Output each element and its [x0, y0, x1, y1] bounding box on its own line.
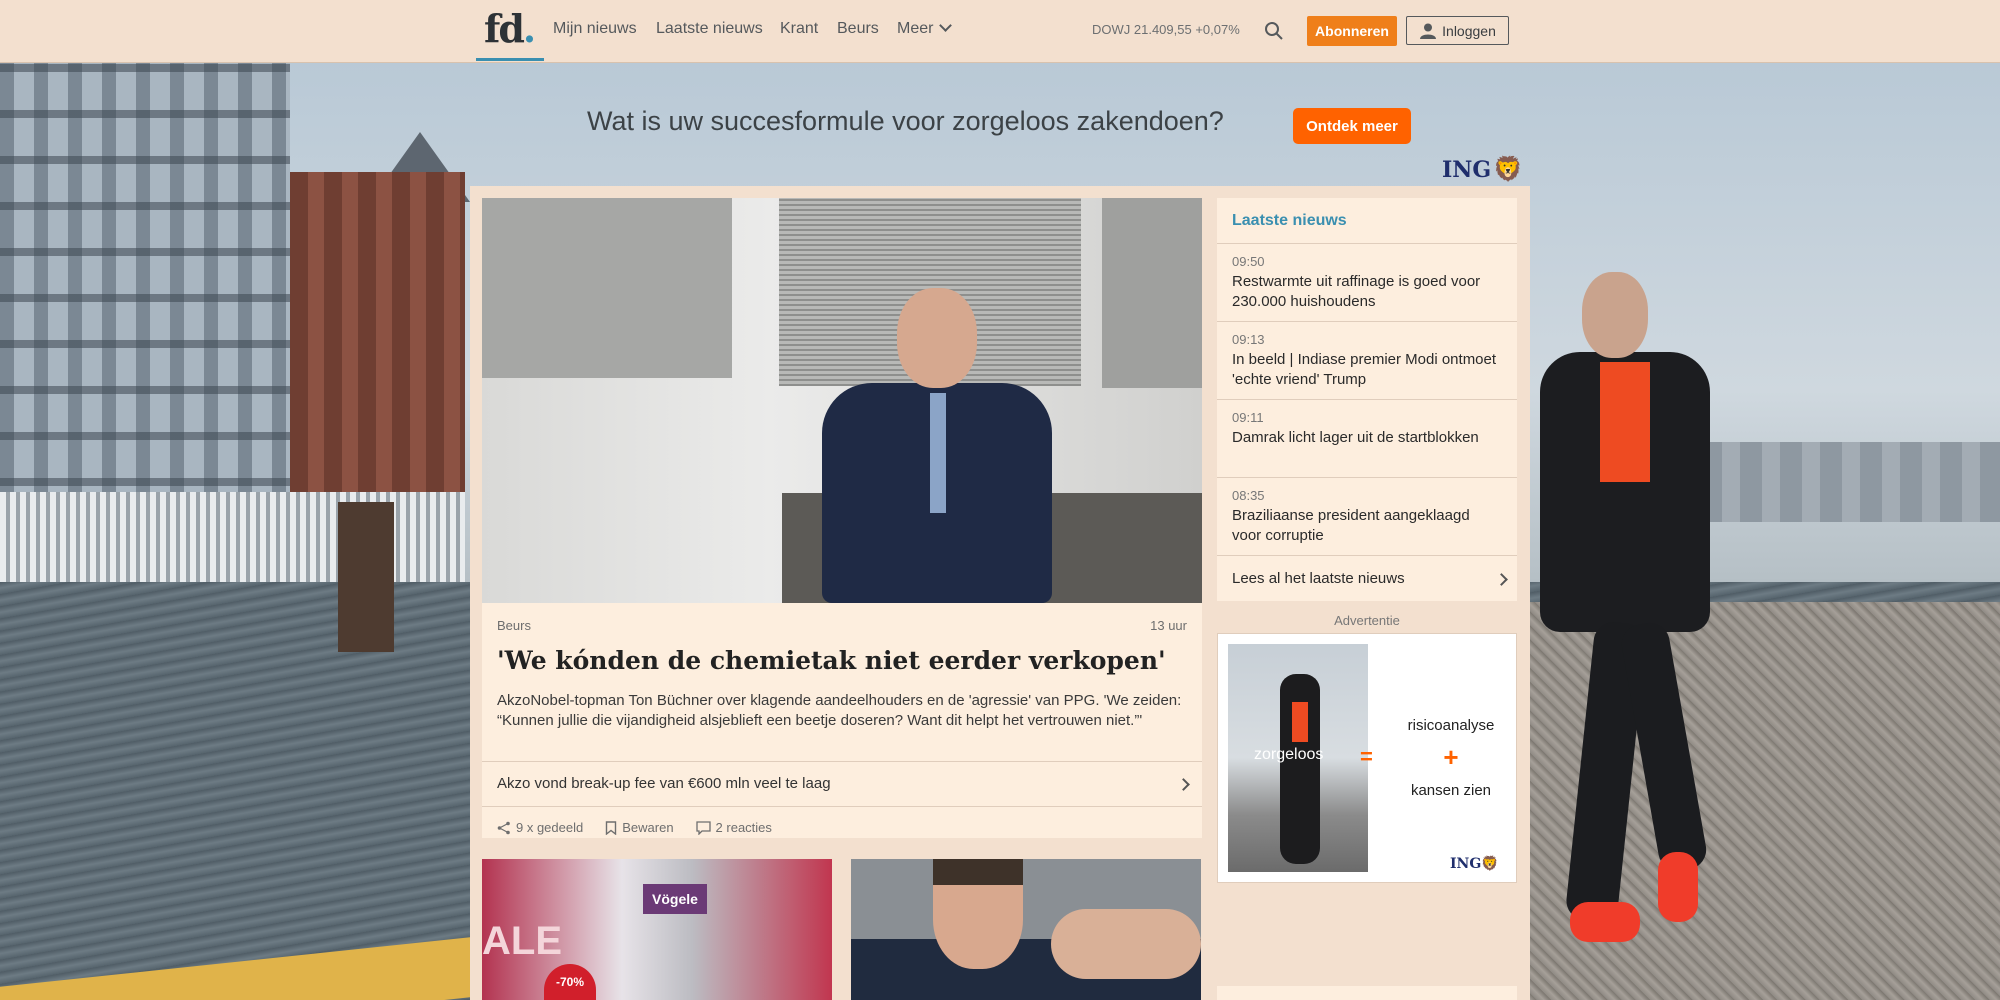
article-time: 13 uur	[1150, 618, 1187, 633]
ad-ing-logo: ING🦁	[1450, 856, 1499, 872]
list-item[interactable]: 09:50 Restwarmte uit raffinage is goed v…	[1217, 244, 1517, 322]
ad-word-zorgeloos: zorgeloos	[1254, 746, 1324, 763]
image-artwork	[482, 198, 732, 378]
related-article-title: Akzo vond break-up fee van €600 mln veel…	[497, 775, 831, 792]
active-tab-indicator	[476, 58, 544, 61]
ad-cta-button[interactable]: Ontdek meer	[1293, 108, 1411, 144]
ing-logo: ING🦁	[1442, 154, 1523, 183]
fd-logo[interactable]: fd.	[484, 6, 544, 56]
ad-runner-shirt	[1292, 702, 1308, 742]
news-item-time: 09:11	[1232, 410, 1264, 425]
list-item[interactable]: 08:35 Braziliaanse president aangeklaagd…	[1217, 478, 1517, 556]
ad-word-risicoanalyse: risicoanalyse	[1407, 717, 1495, 734]
ad-ing-text: ING	[1450, 856, 1482, 872]
article-thumbnail[interactable]: ALE Vögele -70%	[482, 859, 832, 1000]
nav-item-krant[interactable]: Krant	[780, 20, 818, 38]
chevron-right-icon	[1495, 573, 1508, 586]
ad-banner-title: Wat is uw succesformule voor zorgeloos z…	[587, 106, 1224, 136]
sidebar: Laatste nieuws 09:50 Restwarmte uit raff…	[1217, 198, 1517, 883]
article-category[interactable]: Beurs	[497, 618, 531, 633]
thumb-hair	[933, 859, 1023, 885]
bookmark-icon	[606, 820, 617, 835]
news-item-title: Restwarmte uit raffinage is goed voor 23…	[1232, 273, 1481, 310]
thumb-handshake	[1051, 909, 1201, 979]
subscribe-button[interactable]: Abonneren	[1307, 16, 1397, 46]
background-building	[0, 62, 290, 532]
news-item-time: 09:13	[1232, 332, 1265, 347]
background-mooring-post	[338, 502, 394, 652]
ad-equals-sign: =	[1360, 744, 1373, 769]
article-thumbnail[interactable]	[851, 859, 1201, 1000]
related-article-link[interactable]: Akzo vond break-up fee van €600 mln veel…	[482, 761, 1202, 807]
save-action[interactable]: Bewaren	[605, 820, 674, 835]
logo-dot: .	[522, 6, 536, 51]
share-icon	[497, 821, 510, 834]
runner-shirt	[1600, 362, 1650, 482]
nav-item-beurs[interactable]: Beurs	[837, 20, 879, 38]
chevron-right-icon	[1177, 778, 1190, 791]
hero-article-image[interactable]	[482, 198, 1202, 603]
latest-news-heading[interactable]: Laatste nieuws	[1217, 198, 1517, 244]
background-runner	[1530, 212, 1740, 972]
nav-item-meer[interactable]: Meer	[897, 19, 953, 38]
user-icon	[1420, 23, 1437, 39]
share-action[interactable]: 9 x gedeeld	[497, 820, 583, 835]
login-label: Inloggen	[1442, 22, 1496, 39]
comments-count: 2 reacties	[715, 820, 772, 835]
runner-shoe	[1570, 902, 1640, 942]
person-head	[897, 288, 977, 388]
news-item-time: 09:50	[1232, 254, 1265, 269]
ad-banner[interactable]: Wat is uw succesformule voor zorgeloos z…	[470, 62, 1530, 186]
hero-article: Beurs 13 uur 'We kónden de chemietak nie…	[482, 198, 1202, 838]
comments-action[interactable]: 2 reacties	[695, 820, 772, 835]
content-panel: Beurs 13 uur 'We kónden de chemietak nie…	[470, 186, 1530, 1000]
ing-lion-icon: 🦁	[1481, 856, 1499, 872]
comment-icon	[695, 820, 711, 835]
runner-head	[1582, 272, 1648, 358]
person-tie	[930, 393, 946, 513]
article-meta: Beurs 13 uur	[497, 618, 1187, 633]
image-person	[812, 288, 1062, 603]
latest-news-box: Laatste nieuws 09:50 Restwarmte uit raff…	[1217, 198, 1517, 601]
hero-article-title[interactable]: 'We kónden de chemietak niet eerder verk…	[497, 646, 1187, 675]
nav-item-mijn-nieuws[interactable]: Mijn nieuws	[553, 20, 637, 38]
sidebar-advertisement[interactable]: zorgeloos = risicoanalyse + kansen zien …	[1217, 633, 1517, 883]
thumb-sale-text: ALE	[482, 919, 562, 963]
news-item-title: In beeld | Indiase premier Modi ontmoet …	[1232, 351, 1497, 388]
image-artwork	[1102, 198, 1202, 388]
ing-lion-icon: 🦁	[1493, 154, 1524, 183]
article-actions: 9 x gedeeld Bewaren 2 reacties	[497, 820, 772, 835]
search-icon[interactable]	[1264, 21, 1284, 41]
stock-ticker[interactable]: DOWJ 21.409,55 +0,07%	[1092, 22, 1240, 37]
all-latest-news-label: Lees al het laatste nieuws	[1232, 570, 1405, 587]
background-pier	[0, 492, 465, 582]
all-latest-news-link[interactable]: Lees al het laatste nieuws	[1217, 556, 1517, 601]
top-navigation: fd. Mijn nieuws Laatste nieuws Krant Beu…	[0, 0, 2000, 63]
runner-shoe	[1658, 852, 1698, 922]
news-item-title: Braziliaanse president aangeklaagd voor …	[1232, 507, 1470, 544]
nav-item-laatste-nieuws[interactable]: Laatste nieuws	[656, 20, 763, 38]
nav-more-label: Meer	[897, 20, 934, 37]
list-item[interactable]: 09:11 Damrak licht lager uit de startblo…	[1217, 400, 1517, 478]
news-item-time: 08:35	[1232, 488, 1265, 503]
ad-plus-sign: +	[1443, 742, 1459, 772]
advertisement-label: Advertentie	[1334, 613, 1400, 628]
sidebar-next-box	[1217, 986, 1517, 1000]
ing-brand-text: ING	[1442, 157, 1492, 183]
list-item[interactable]: 09:13 In beeld | Indiase premier Modi on…	[1217, 322, 1517, 400]
news-item-title: Damrak licht lager uit de startblokken	[1232, 429, 1479, 446]
logo-letters: fd	[484, 6, 525, 51]
save-label: Bewaren	[622, 820, 674, 835]
share-count: 9 x gedeeld	[516, 820, 584, 835]
hero-article-intro: AkzoNobel-topman Ton Büchner over klagen…	[497, 692, 1182, 729]
thumb-store-sign: Vögele	[643, 884, 707, 914]
chevron-down-icon	[939, 19, 953, 32]
login-button[interactable]: Inloggen	[1406, 16, 1509, 45]
ad-word-kansen-zien: kansen zien	[1410, 782, 1492, 799]
